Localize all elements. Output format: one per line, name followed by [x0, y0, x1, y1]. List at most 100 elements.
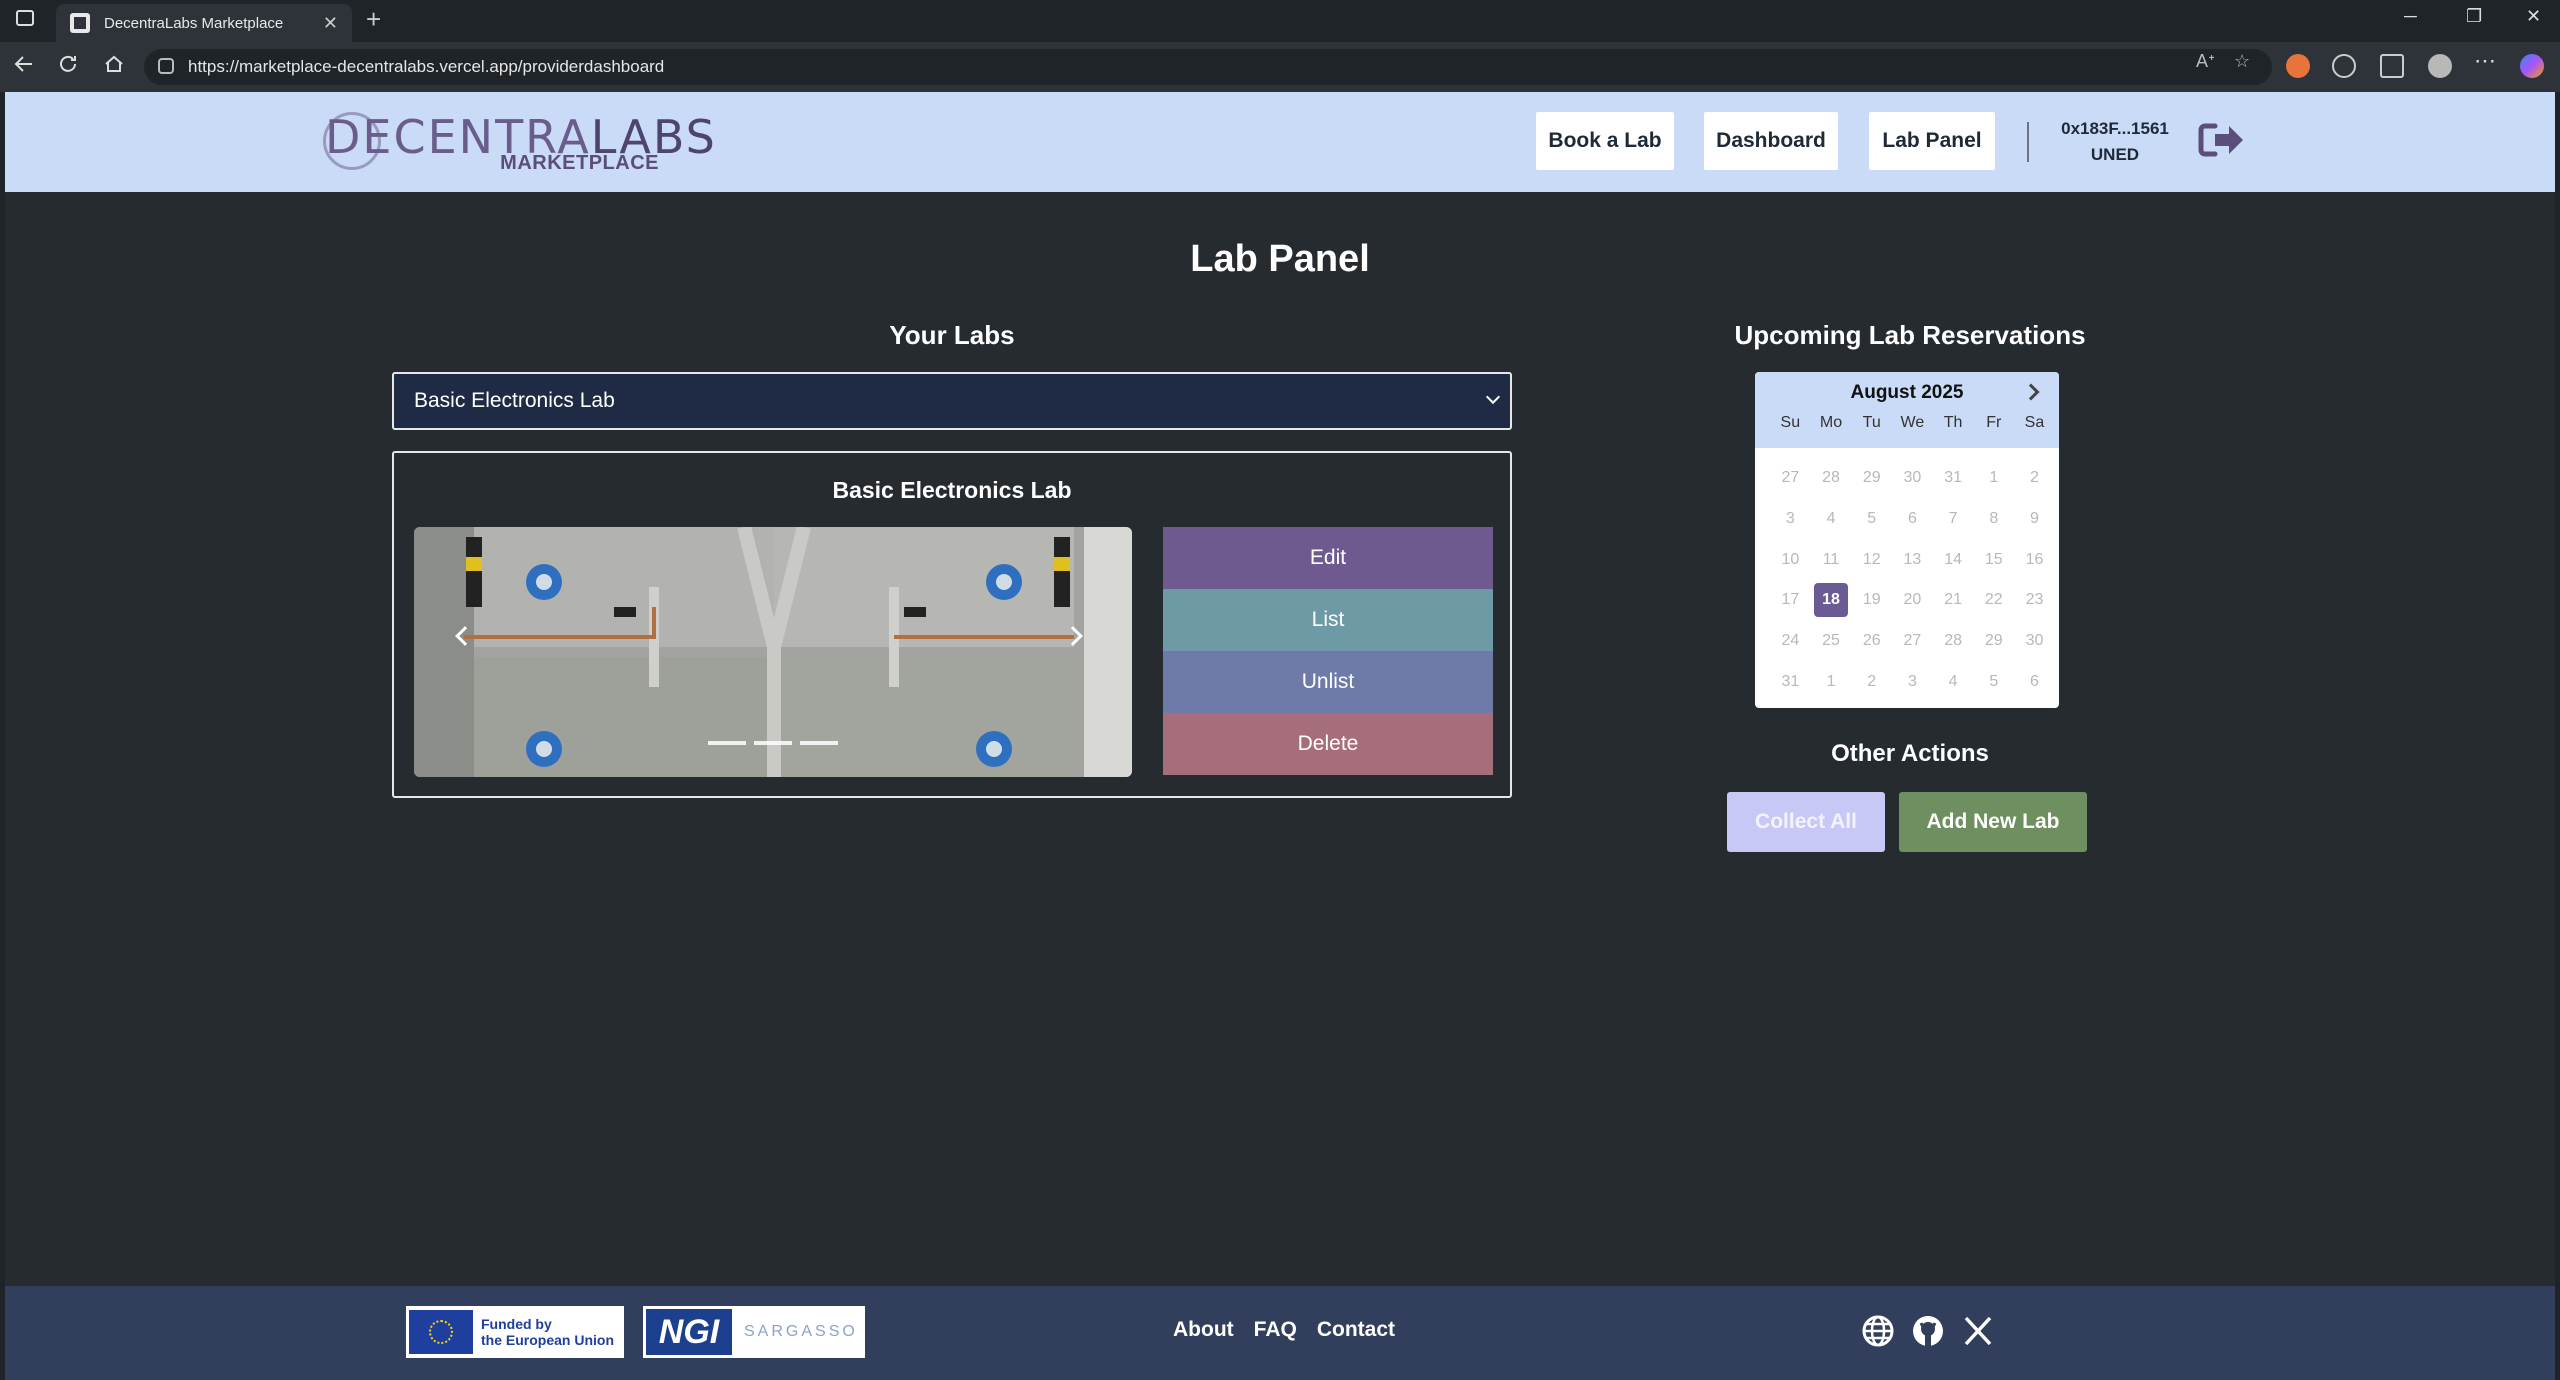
profile-avatar[interactable]	[2428, 54, 2452, 78]
calendar-day[interactable]: 17	[1770, 580, 1811, 621]
calendar-day[interactable]: 28	[1933, 621, 1974, 662]
contact-link[interactable]: Contact	[1317, 1318, 1395, 1342]
calendar-day[interactable]: 11	[1811, 539, 1852, 580]
calendar-day[interactable]: 9	[2014, 499, 2055, 540]
calendar-day[interactable]: 16	[2014, 539, 2055, 580]
reload-icon[interactable]	[56, 52, 80, 76]
extensions-icon[interactable]	[2332, 54, 2356, 78]
calendar-day[interactable]: 26	[1851, 621, 1892, 662]
read-aloud-icon[interactable]: Aᐩ	[2196, 51, 2215, 72]
calendar-day[interactable]: 31	[1770, 661, 1811, 702]
calendar-day[interactable]: 1	[1811, 661, 1852, 702]
lab-image-carousel[interactable]	[414, 527, 1132, 777]
favorites-icon[interactable]	[2380, 54, 2404, 78]
tab-close-icon[interactable]: ✕	[323, 13, 338, 34]
carousel-dot[interactable]	[708, 741, 746, 745]
calendar-day-label: 11	[1822, 550, 1840, 568]
tab-title: DecentraLabs Marketplace	[104, 14, 284, 32]
calendar-day[interactable]: 13	[1892, 539, 1933, 580]
list-lab-button[interactable]: List	[1163, 589, 1493, 651]
calendar-day[interactable]: 12	[1851, 539, 1892, 580]
calendar-day-label: 1	[1989, 469, 1999, 487]
browser-tab[interactable]: DecentraLabs Marketplace ✕	[56, 4, 352, 42]
lab-select-value: Basic Electronics Lab	[414, 389, 615, 412]
calendar-day[interactable]: 30	[1892, 458, 1933, 499]
calendar-day[interactable]: 29	[1973, 621, 2014, 662]
calendar-day[interactable]: 4	[1933, 661, 1974, 702]
ngi-sargasso-badge[interactable]: NGI SARGASSO	[643, 1306, 865, 1358]
calendar-day-label: 28	[1944, 632, 1962, 650]
calendar-day[interactable]: 21	[1933, 580, 1974, 621]
book-lab-button[interactable]: Book a Lab	[1536, 112, 1674, 170]
calendar-day[interactable]: 2	[1851, 661, 1892, 702]
calendar-day[interactable]: 7	[1933, 499, 1974, 540]
sidebar-toggle-icon[interactable]	[16, 10, 34, 26]
calendar-day-label: 31	[1781, 672, 1800, 690]
url-input[interactable]: https://marketplace-decentralabs.vercel.…	[144, 49, 2272, 85]
calendar-day[interactable]: 25	[1811, 621, 1852, 662]
calendar-day[interactable]: 20	[1892, 580, 1933, 621]
main-content: Lab Panel Your Labs Basic Electronics La…	[5, 192, 2555, 1286]
back-icon[interactable]	[12, 52, 36, 76]
calendar-day[interactable]: 22	[1973, 580, 2014, 621]
calendar-day[interactable]: 27	[1770, 458, 1811, 499]
collect-all-button[interactable]: Collect All	[1727, 792, 1885, 852]
faq-link[interactable]: FAQ	[1254, 1318, 1297, 1342]
new-tab-button[interactable]: +	[366, 4, 381, 35]
calendar-day-label: 5	[1867, 510, 1877, 528]
calendar-day-selected[interactable]: 18	[1811, 580, 1852, 621]
metamask-extension-icon[interactable]	[2286, 54, 2310, 78]
calendar-day[interactable]: 3	[1770, 499, 1811, 540]
calendar-day[interactable]: 14	[1933, 539, 1974, 580]
calendar-day[interactable]: 5	[1973, 661, 2014, 702]
logout-icon[interactable]	[2197, 120, 2247, 160]
add-new-lab-button[interactable]: Add New Lab	[1899, 792, 2087, 852]
carousel-dot[interactable]	[754, 741, 792, 745]
calendar-day[interactable]: 24	[1770, 621, 1811, 662]
github-icon[interactable]	[1911, 1314, 1945, 1348]
lock-icon	[158, 58, 174, 74]
calendar-day[interactable]: 6	[2014, 661, 2055, 702]
calendar-day-label: 19	[1862, 591, 1881, 609]
favorite-star-icon[interactable]: ☆	[2234, 51, 2250, 72]
calendar-day[interactable]: 29	[1851, 458, 1892, 499]
calendar-day[interactable]: 10	[1770, 539, 1811, 580]
globe-icon[interactable]	[1861, 1314, 1895, 1348]
calendar-day[interactable]: 30	[2014, 621, 2055, 662]
calendar-day-label: 25	[1822, 632, 1840, 650]
lab-select[interactable]: Basic Electronics Lab	[392, 372, 1512, 430]
delete-lab-button[interactable]: Delete	[1163, 713, 1493, 775]
eu-funding-badge[interactable]: Funded by the European Union	[406, 1306, 624, 1358]
lab-panel-button[interactable]: Lab Panel	[1869, 112, 1995, 170]
restore-button[interactable]: ❐	[2466, 6, 2482, 27]
calendar-day[interactable]: 5	[1851, 499, 1892, 540]
x-icon[interactable]	[1961, 1314, 1995, 1348]
edit-lab-button[interactable]: Edit	[1163, 527, 1493, 589]
calendar-day-label: 22	[1984, 591, 2003, 609]
about-link[interactable]: About	[1173, 1318, 1234, 1342]
calendar-day-label: 31	[1944, 469, 1962, 487]
calendar-day[interactable]: 3	[1892, 661, 1933, 702]
calendar-day[interactable]: 1	[1973, 458, 2014, 499]
home-icon[interactable]	[102, 52, 126, 76]
calendar-day[interactable]: 23	[2014, 580, 2055, 621]
decentralabs-logo[interactable]: DECENTRALABS MARKETPLACE	[323, 110, 715, 176]
calendar-day[interactable]: 31	[1933, 458, 1974, 499]
calendar-day[interactable]: 27	[1892, 621, 1933, 662]
copilot-icon[interactable]	[2520, 54, 2544, 78]
carousel-dot[interactable]	[800, 741, 838, 745]
header-divider	[2027, 122, 2029, 162]
minimize-button[interactable]: ─	[2404, 6, 2417, 27]
calendar-day[interactable]: 19	[1851, 580, 1892, 621]
calendar-day[interactable]: 28	[1811, 458, 1852, 499]
eu-funding-text: Funded by the European Union	[481, 1316, 614, 1348]
dashboard-button[interactable]: Dashboard	[1704, 112, 1838, 170]
unlist-lab-button[interactable]: Unlist	[1163, 651, 1493, 713]
calendar-day[interactable]: 15	[1973, 539, 2014, 580]
calendar-day[interactable]: 4	[1811, 499, 1852, 540]
close-window-button[interactable]: ✕	[2526, 6, 2541, 27]
calendar-day[interactable]: 2	[2014, 458, 2055, 499]
calendar-day[interactable]: 8	[1973, 499, 2014, 540]
more-menu-icon[interactable]: ⋯	[2474, 48, 2496, 74]
calendar-day[interactable]: 6	[1892, 499, 1933, 540]
